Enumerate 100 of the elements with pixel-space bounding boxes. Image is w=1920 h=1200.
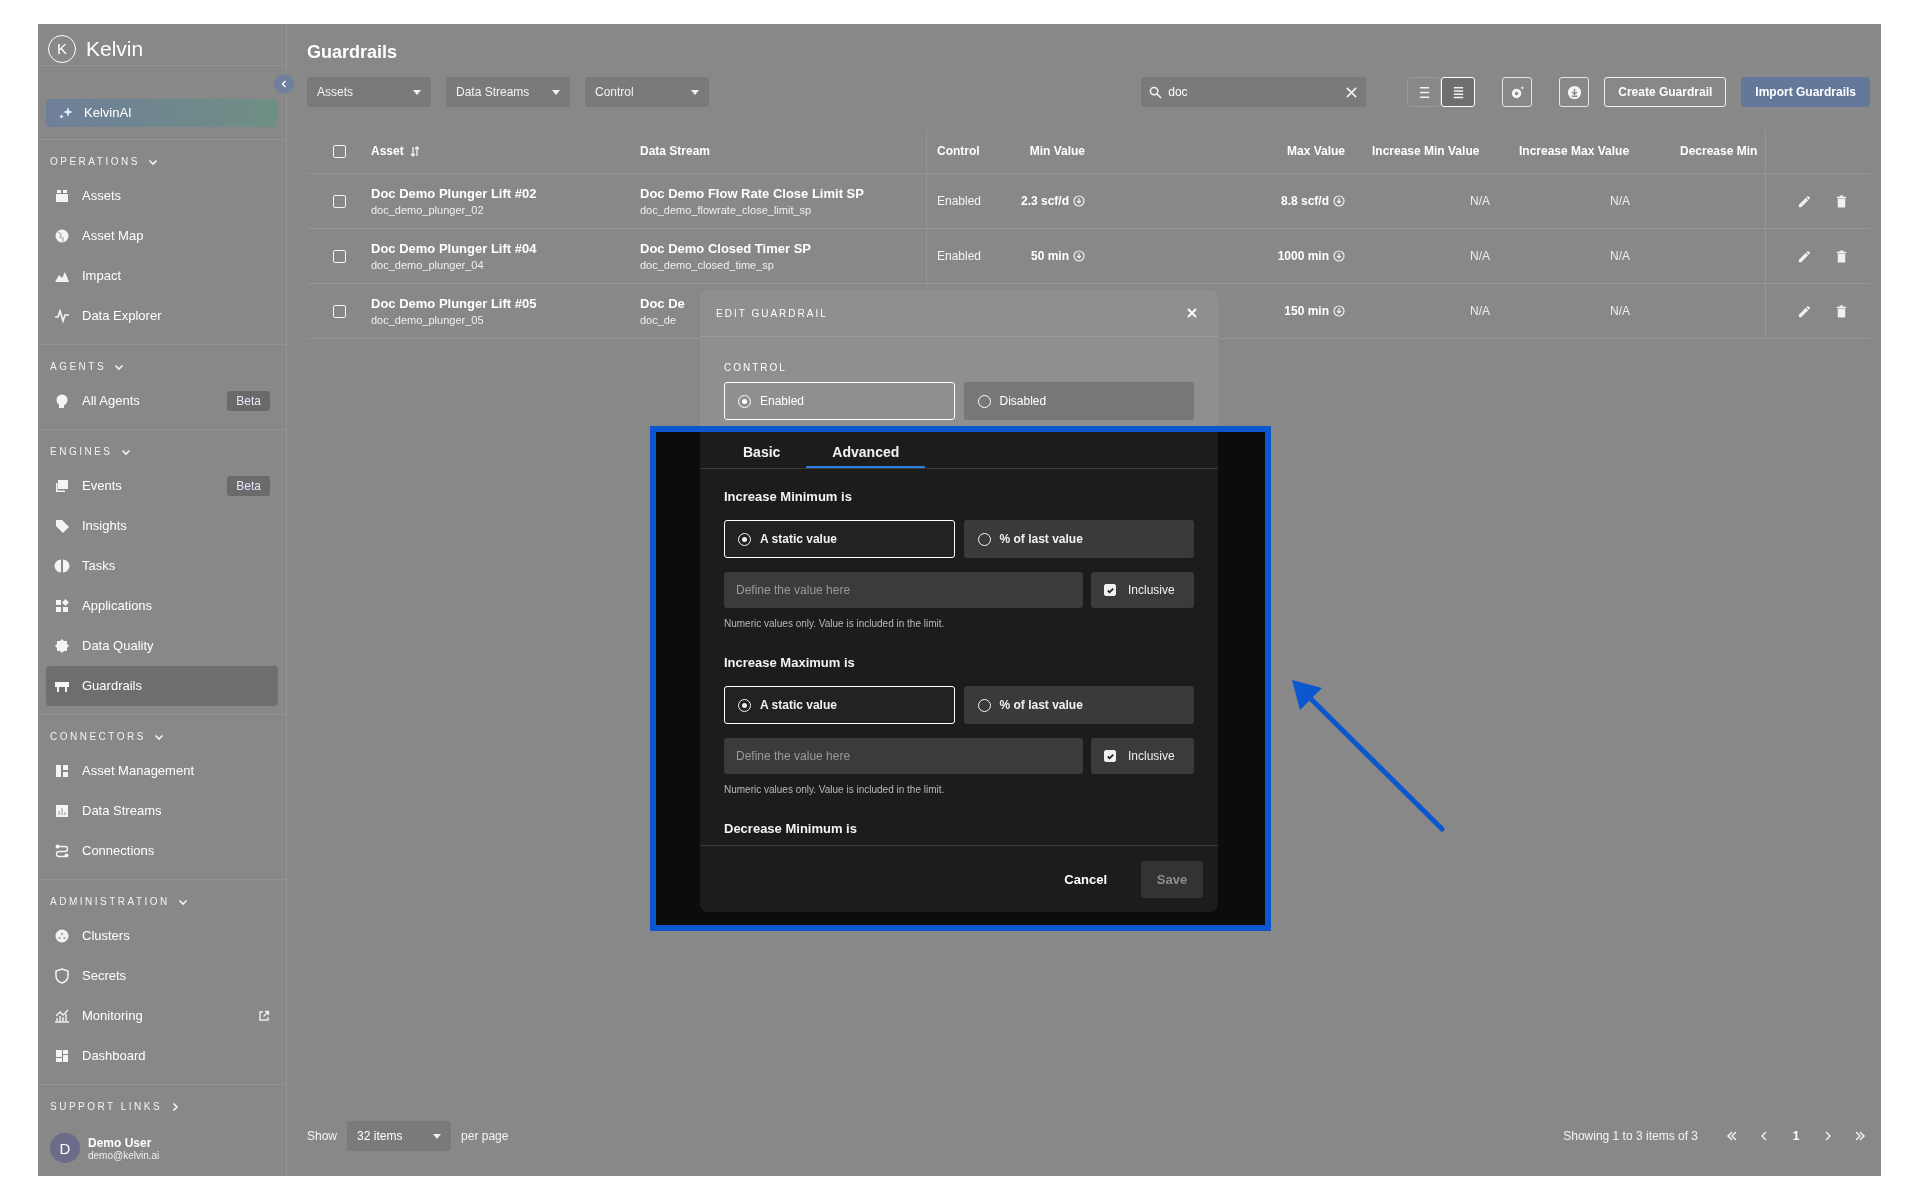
sidebar-item[interactable]: Applications xyxy=(46,585,278,626)
check-icon xyxy=(1105,585,1115,595)
edit-icon[interactable] xyxy=(1797,303,1812,319)
tag-icon xyxy=(54,517,70,534)
asset-name: Doc Demo Plunger Lift #02 xyxy=(371,186,537,201)
filter-dropdown[interactable]: Control xyxy=(585,77,709,107)
edit-icon[interactable] xyxy=(1797,248,1812,264)
inclusive-checkbox[interactable]: Inclusive xyxy=(1091,572,1194,608)
column-header: Decrease Min xyxy=(1680,144,1758,158)
column-header[interactable]: Asset xyxy=(371,144,404,158)
page-number[interactable]: 1 xyxy=(1786,1126,1806,1146)
per-page-label: per page xyxy=(461,1129,509,1143)
section-heading: SUPPORT LINKS xyxy=(50,1101,163,1113)
sidebar-item[interactable]: Insights xyxy=(46,505,278,546)
show-label: Show xyxy=(307,1129,338,1143)
double-chevron-left-icon xyxy=(1727,1131,1737,1141)
download-button[interactable] xyxy=(1559,77,1590,107)
select-all-checkbox[interactable] xyxy=(332,144,346,158)
stream-name: Doc Demo Closed Timer SP xyxy=(640,241,811,256)
table-cell: 8.8 scf/d xyxy=(1280,194,1329,208)
sidebar-item[interactable]: Assets xyxy=(46,175,278,216)
cluster-icon xyxy=(54,927,70,944)
compact-list-icon xyxy=(1417,85,1431,99)
row-checkbox[interactable] xyxy=(332,304,346,318)
section-heading: OPERATIONS xyxy=(50,156,140,168)
apps-icon xyxy=(54,597,70,614)
line-chart-icon xyxy=(54,1007,70,1024)
clear-icon[interactable] xyxy=(1345,85,1359,99)
section-title: Increase Minimum is xyxy=(724,488,853,506)
import-button[interactable]: Import Guardrails xyxy=(1741,77,1870,107)
asset-name: Doc Demo Plunger Lift #05 xyxy=(371,296,537,311)
sidebar-item[interactable]: Asset Management xyxy=(46,750,278,791)
sidebar-item[interactable]: Asset Map xyxy=(46,215,278,256)
user-avatar[interactable]: D xyxy=(50,1133,80,1164)
shield-icon xyxy=(54,967,70,984)
circle-arrow-icon xyxy=(1333,195,1345,207)
cancel-button[interactable]: Cancel xyxy=(1050,860,1121,898)
stream-id: doc_demo_flowrate_close_limit_sp xyxy=(640,204,812,216)
sidebar-item[interactable]: Connections xyxy=(46,830,278,871)
filter-dropdown[interactable]: Data Streams xyxy=(446,77,570,107)
value-field[interactable]: Define the value here xyxy=(724,572,1083,608)
column-header: Control xyxy=(937,144,980,158)
chevron-left-icon xyxy=(1759,1131,1769,1141)
badge-icon xyxy=(54,637,70,654)
delete-icon[interactable] xyxy=(1834,193,1849,209)
sidebar-item[interactable]: Data Streams xyxy=(46,790,278,831)
row-checkbox[interactable] xyxy=(332,194,346,208)
globe-icon xyxy=(54,227,70,244)
sidebar-item[interactable]: Data Explorer xyxy=(46,295,278,336)
radio-option[interactable]: A static value xyxy=(724,520,955,558)
sidebar-item[interactable]: Guardrails xyxy=(46,665,278,706)
bar-chart-icon xyxy=(54,802,70,819)
value-field[interactable]: Define the value here xyxy=(724,738,1083,774)
ai-nav-item[interactable]: KelvinAI xyxy=(46,99,278,127)
collapse-button[interactable] xyxy=(274,74,294,94)
filter-dropdown[interactable]: Assets xyxy=(307,77,431,107)
create-button[interactable]: Create Guardrail xyxy=(1604,77,1727,107)
list-view-button[interactable] xyxy=(1441,77,1476,107)
tab[interactable]: Advanced xyxy=(806,432,926,468)
sidebar-item[interactable]: Monitoring xyxy=(46,995,278,1036)
tab[interactable]: Basic xyxy=(717,432,807,468)
sidebar-item[interactable]: All Agents Beta xyxy=(46,380,278,421)
logo-text: Kelvin xyxy=(86,36,144,61)
table-cell: Enabled xyxy=(937,194,982,208)
radio-option[interactable]: % of last value xyxy=(963,686,1194,724)
sidebar-item[interactable]: Events Beta xyxy=(46,465,278,506)
stream-id: doc_de xyxy=(640,314,677,326)
double-chevron-right-icon xyxy=(1855,1131,1865,1141)
sidebar-item[interactable]: Data Quality xyxy=(46,625,278,666)
radio-option[interactable]: % of last value xyxy=(963,520,1194,558)
delete-icon[interactable] xyxy=(1834,248,1849,264)
asset-id: doc_demo_plunger_04 xyxy=(371,259,484,271)
caret-icon xyxy=(691,89,699,95)
chevron-right-icon[interactable] xyxy=(170,1101,181,1112)
sort-icon[interactable] xyxy=(409,145,420,157)
sidebar-item[interactable]: Impact xyxy=(46,255,278,296)
radio-option[interactable]: A static value xyxy=(724,686,955,724)
sidebar-item[interactable]: Clusters xyxy=(46,915,278,956)
sidebar-item[interactable]: Dashboard xyxy=(46,1035,278,1076)
dialog-title: EDIT GUARDRAIL xyxy=(716,307,828,319)
radio-option[interactable]: Enabled xyxy=(724,382,955,420)
helper-text: Numeric values only. Value is included in the limit. xyxy=(724,783,946,797)
settings-button[interactable] xyxy=(1502,77,1533,107)
table-cell: N/A xyxy=(1470,249,1490,263)
page-size-dropdown[interactable]: 32 items xyxy=(347,1121,452,1151)
section-title: Increase Maximum is xyxy=(724,654,856,672)
beta-badge: Beta xyxy=(227,475,270,496)
sidebar-item[interactable]: Secrets xyxy=(46,955,278,996)
delete-icon[interactable] xyxy=(1834,303,1849,319)
table-cell: 150 min xyxy=(1284,304,1329,318)
search-field[interactable]: doc xyxy=(1141,77,1367,107)
stream-name: Doc Demo Flow Rate Close Limit SP xyxy=(640,186,864,201)
inclusive-checkbox[interactable]: Inclusive xyxy=(1091,738,1194,774)
sidebar-item[interactable]: Tasks xyxy=(46,545,278,586)
helper-text: Numeric values only. Value is included in the limit. xyxy=(724,617,946,631)
row-checkbox[interactable] xyxy=(332,249,346,263)
caret-icon xyxy=(552,89,560,95)
radio-option[interactable]: Disabled xyxy=(963,382,1194,420)
edit-icon[interactable] xyxy=(1797,193,1812,209)
blocks-icon xyxy=(54,762,70,779)
